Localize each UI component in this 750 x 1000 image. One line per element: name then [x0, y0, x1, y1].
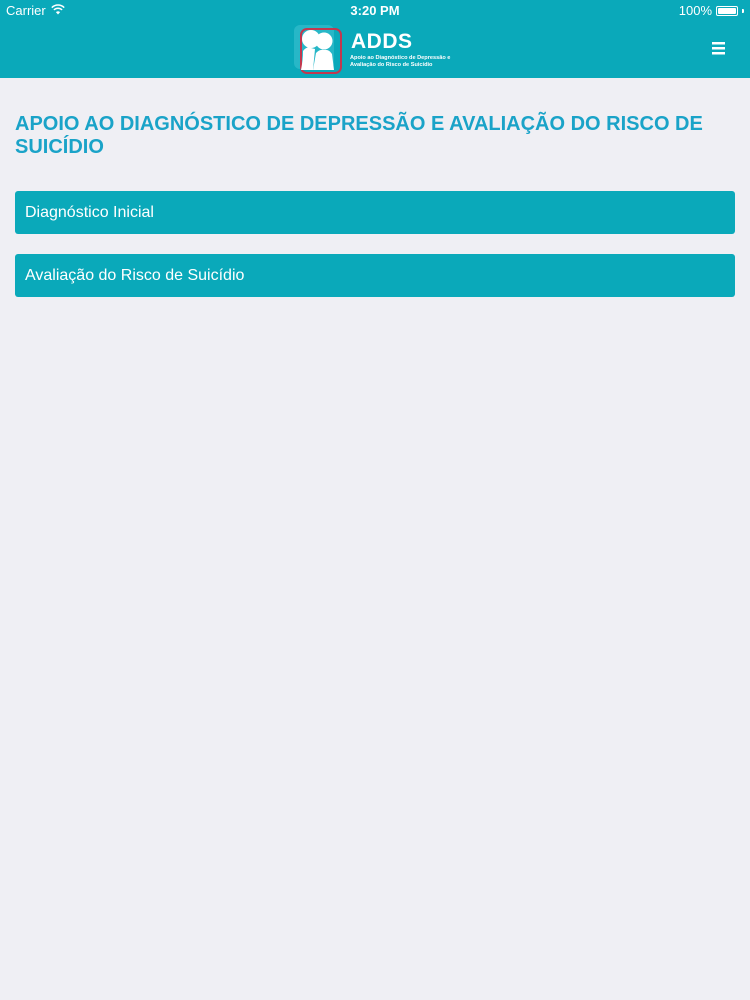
hamburger-menu-icon[interactable]	[710, 40, 730, 58]
logo-heads-icon	[294, 25, 342, 74]
battery-icon	[716, 5, 738, 16]
battery-label: 100%	[678, 3, 712, 18]
logo-subtitle-line1: Apoio ao Diagnóstico de Depressão e	[350, 55, 451, 61]
status-bar: Carrier 3:20 PM 100%	[0, 0, 750, 20]
logo-subtitle-line2: Avaliação do Risco de Suicídio	[350, 62, 433, 68]
status-right: 100%	[679, 3, 744, 18]
logo-subtitle: Apoio ao Diagnóstico de Depressão e Aval…	[350, 55, 450, 69]
page-title: APOIO AO DIAGNÓSTICO DE DEPRESSÃO E AVAL…	[15, 113, 703, 158]
status-time: 3:20 PM	[350, 3, 400, 18]
menu-item-label: Avaliação do Risco de Suicídio	[25, 267, 245, 284]
app-header: Carrier 3:20 PM 100% ADDS Apoio ao Diagn…	[0, 0, 750, 78]
logo-title: ADDS	[351, 30, 413, 53]
menu-item-avaliacao-risco-suicidio[interactable]: Avaliação do Risco de Suicídio	[15, 254, 735, 297]
menu-item-diagnostico-inicial[interactable]: Diagnóstico Inicial	[15, 191, 735, 234]
battery-tip	[742, 8, 744, 13]
app-logo: ADDS Apoio ao Diagnóstico de Depressão e…	[293, 24, 461, 74]
menu-item-label: Diagnóstico Inicial	[25, 204, 154, 221]
